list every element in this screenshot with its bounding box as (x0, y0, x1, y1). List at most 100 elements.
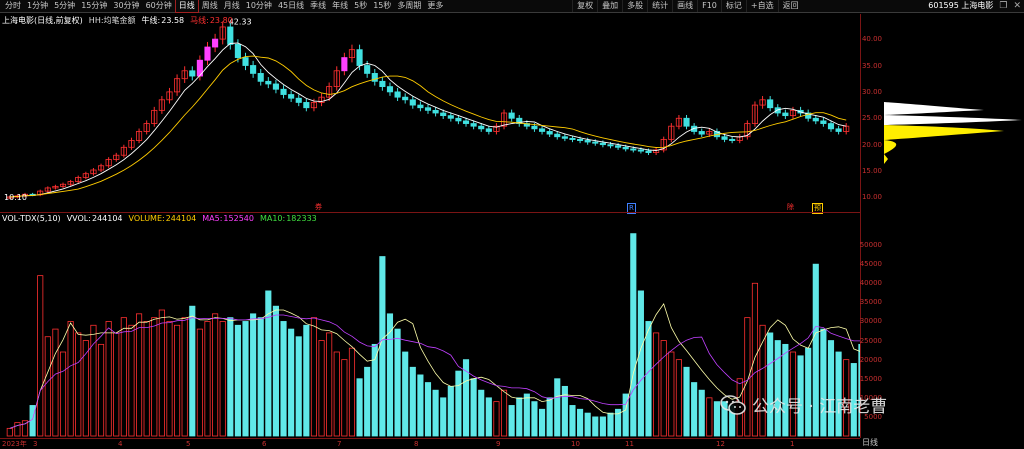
candle[interactable] (782, 109, 789, 120)
candle[interactable] (660, 136, 667, 153)
volume-bar[interactable] (592, 416, 599, 437)
volume-bar[interactable] (128, 324, 135, 437)
volume-bar[interactable] (508, 405, 515, 437)
volume-bar[interactable] (607, 412, 614, 437)
volume-bar[interactable] (516, 397, 523, 437)
candle[interactable] (82, 171, 89, 180)
volume-bar[interactable] (166, 321, 173, 437)
volume-bar[interactable] (424, 382, 432, 437)
volume-bar[interactable] (546, 397, 553, 437)
volume-bar[interactable] (44, 336, 51, 437)
candle[interactable] (272, 79, 279, 94)
volume-bar[interactable] (196, 328, 203, 437)
volume-bar[interactable] (599, 416, 606, 437)
candle[interactable] (166, 87, 173, 104)
volume-bar[interactable] (136, 313, 143, 437)
volume-bar[interactable] (295, 336, 302, 437)
volume-bar[interactable] (394, 328, 401, 437)
event-tag-2[interactable]: 除 (786, 203, 795, 212)
volume-bar[interactable] (234, 324, 241, 437)
candle[interactable] (394, 87, 401, 101)
candle[interactable] (736, 133, 743, 144)
volume-bar[interactable] (6, 427, 13, 437)
volume-bar[interactable] (820, 328, 827, 437)
candle[interactable] (561, 133, 568, 142)
volume-bar[interactable] (561, 385, 568, 437)
candle[interactable] (196, 55, 203, 81)
candle[interactable] (751, 101, 759, 127)
stock-code-name[interactable]: 601595 上海电影 (928, 0, 993, 12)
volume-bar[interactable] (523, 393, 530, 437)
volume-bar[interactable] (645, 321, 652, 437)
candle[interactable] (212, 33, 219, 53)
volume-bar[interactable] (432, 389, 439, 437)
candle[interactable] (189, 66, 196, 81)
volume-bar[interactable] (402, 351, 409, 437)
price-chart-panel[interactable]: 上海电影(日线,前复权) HH:均笔金额 牛线: 23.58 马线: 23.80… (0, 14, 860, 212)
candle[interactable] (265, 77, 272, 89)
candle[interactable] (668, 123, 675, 143)
tool-button-5[interactable]: F10 (697, 0, 721, 12)
candle[interactable] (759, 96, 766, 109)
volume-bar[interactable] (447, 385, 454, 437)
volume-bar[interactable] (250, 313, 257, 437)
period-tab-8[interactable]: 月线 (221, 0, 243, 12)
candle[interactable] (181, 66, 188, 83)
volume-bar[interactable] (683, 366, 690, 437)
period-tab-13[interactable]: 5秒 (351, 0, 370, 12)
tool-button-8[interactable]: 返回 (777, 0, 803, 12)
candle[interactable] (151, 106, 158, 127)
volume-bar[interactable] (827, 340, 835, 437)
volume-bar[interactable] (97, 343, 105, 437)
volume-bar[interactable] (653, 332, 660, 437)
volume-bar[interactable] (637, 290, 644, 437)
tool-button-4[interactable]: 画线 (672, 0, 697, 12)
volume-bar[interactable] (478, 389, 485, 437)
volume-bar[interactable] (744, 317, 751, 437)
candle[interactable] (44, 186, 51, 193)
volume-bar[interactable] (143, 321, 150, 437)
volume-bar[interactable] (698, 389, 705, 437)
candle[interactable] (257, 68, 264, 86)
volume-bar[interactable] (174, 324, 181, 437)
candle[interactable] (75, 175, 82, 184)
price-chart-svg[interactable]: 42.3310.10 (0, 14, 860, 212)
timeframe-label[interactable]: 日线 (862, 438, 878, 448)
volume-bar[interactable] (630, 233, 637, 437)
volume-bar[interactable] (272, 305, 279, 437)
period-tab-6[interactable]: 日线 (174, 0, 199, 13)
candle[interactable] (341, 52, 348, 76)
volume-bar[interactable] (52, 328, 59, 437)
volume-bar[interactable] (554, 378, 561, 437)
volume-bar[interactable] (584, 412, 591, 437)
volume-bar[interactable] (485, 397, 492, 437)
period-tab-1[interactable]: 1分钟 (24, 0, 51, 12)
volume-bar[interactable] (75, 332, 82, 437)
candle[interactable] (59, 182, 67, 188)
period-tab-5[interactable]: 60分钟 (143, 0, 175, 12)
period-tab-10[interactable]: 45日线 (275, 0, 307, 12)
candle[interactable] (371, 68, 378, 86)
volume-bar[interactable] (455, 370, 462, 437)
candle[interactable] (105, 157, 112, 168)
tool-button-0[interactable]: 复权 (572, 0, 597, 12)
candle[interactable] (424, 104, 432, 114)
period-tab-16[interactable]: 更多 (424, 0, 446, 12)
volume-bar[interactable] (303, 324, 310, 437)
volume-bar[interactable] (371, 343, 378, 437)
volume-bar[interactable] (348, 347, 356, 437)
volume-bar[interactable] (242, 321, 249, 437)
tool-button-1[interactable]: 叠加 (597, 0, 622, 12)
period-tab-2[interactable]: 5分钟 (51, 0, 78, 12)
period-tab-12[interactable]: 年线 (329, 0, 351, 12)
candle[interactable] (500, 109, 508, 130)
candle[interactable] (333, 66, 340, 91)
candle[interactable] (303, 98, 310, 112)
volume-bar[interactable] (310, 317, 318, 437)
candle[interactable] (485, 125, 492, 135)
candle[interactable] (136, 128, 143, 144)
candle[interactable] (174, 74, 181, 96)
candle[interactable] (417, 101, 424, 112)
volume-bar[interactable] (158, 309, 165, 437)
volume-bar[interactable] (82, 340, 89, 437)
